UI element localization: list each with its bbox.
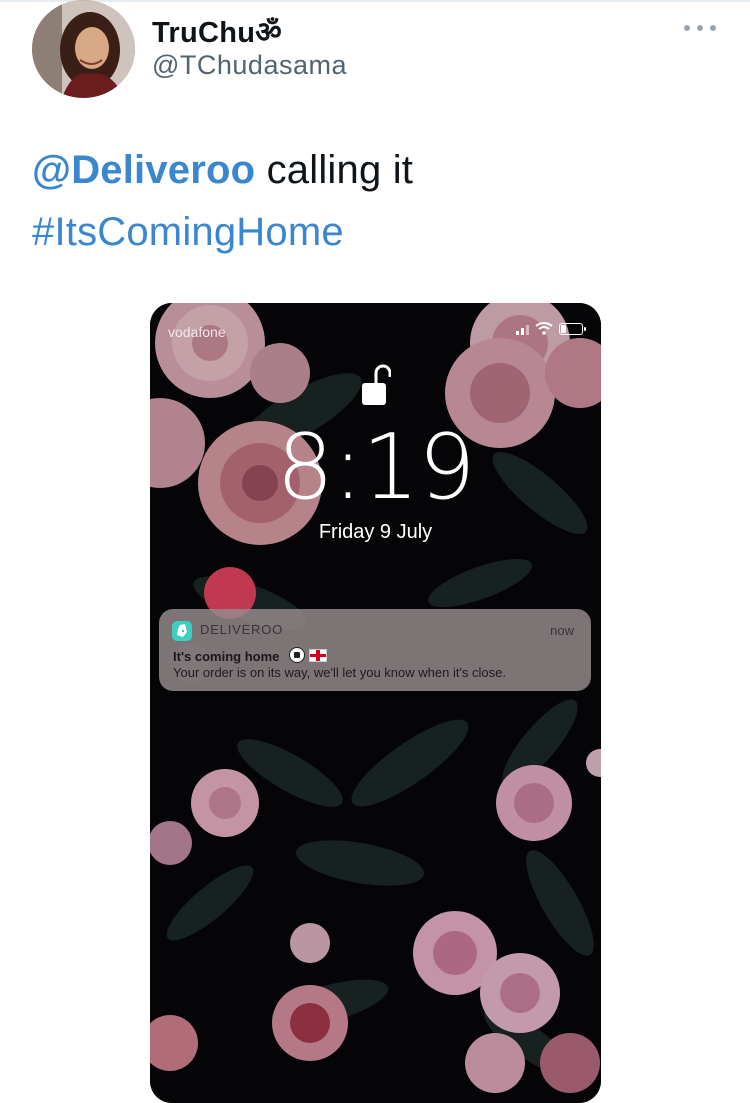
carrier-label: vodafone xyxy=(168,324,226,340)
lockscreen-date: Friday 9 July xyxy=(318,521,433,543)
notification-title: It's coming home xyxy=(173,649,280,664)
deliveroo-logo-icon xyxy=(172,621,192,641)
notification-time: now xyxy=(550,623,574,638)
tweet-text-line-2: #ItsComingHome xyxy=(32,210,344,255)
mention-link[interactable]: @Deliveroo xyxy=(32,148,255,192)
notification-app-name: DELIVEROO xyxy=(200,622,284,637)
dot xyxy=(697,25,703,31)
display-name[interactable]: TruChuॐ xyxy=(152,12,282,51)
notification-card[interactable]: DELIVEROO now It's coming home Your orde… xyxy=(159,609,591,691)
user-handle[interactable]: @TChudasama xyxy=(152,50,347,81)
soccer-ball-icon xyxy=(289,647,305,663)
signal-icon xyxy=(516,323,529,335)
more-options-icon[interactable] xyxy=(684,16,716,40)
avatar[interactable] xyxy=(32,0,135,98)
notification-emoji xyxy=(289,647,327,663)
dot xyxy=(710,25,716,31)
england-flag-icon xyxy=(309,648,327,662)
notification-body: Your order is on its way, we'll let you … xyxy=(173,665,507,680)
unlocked-padlock-icon xyxy=(362,364,391,405)
status-bar-icons xyxy=(516,322,586,335)
dot xyxy=(684,25,690,31)
profile-photo xyxy=(32,0,135,98)
hashtag-link[interactable]: #ItsComingHome xyxy=(32,210,344,254)
lockscreen-time: 8:19 xyxy=(276,415,475,520)
attached-image[interactable]: vodafone 8:19 Friday 9 July DELIVEROO no… xyxy=(150,303,601,1103)
tweet-text-line-1: @Deliveroo calling it xyxy=(32,148,413,193)
wifi-icon xyxy=(535,322,553,335)
tweet-text: calling it xyxy=(255,148,414,192)
battery-icon xyxy=(559,322,586,335)
top-divider xyxy=(0,0,750,2)
